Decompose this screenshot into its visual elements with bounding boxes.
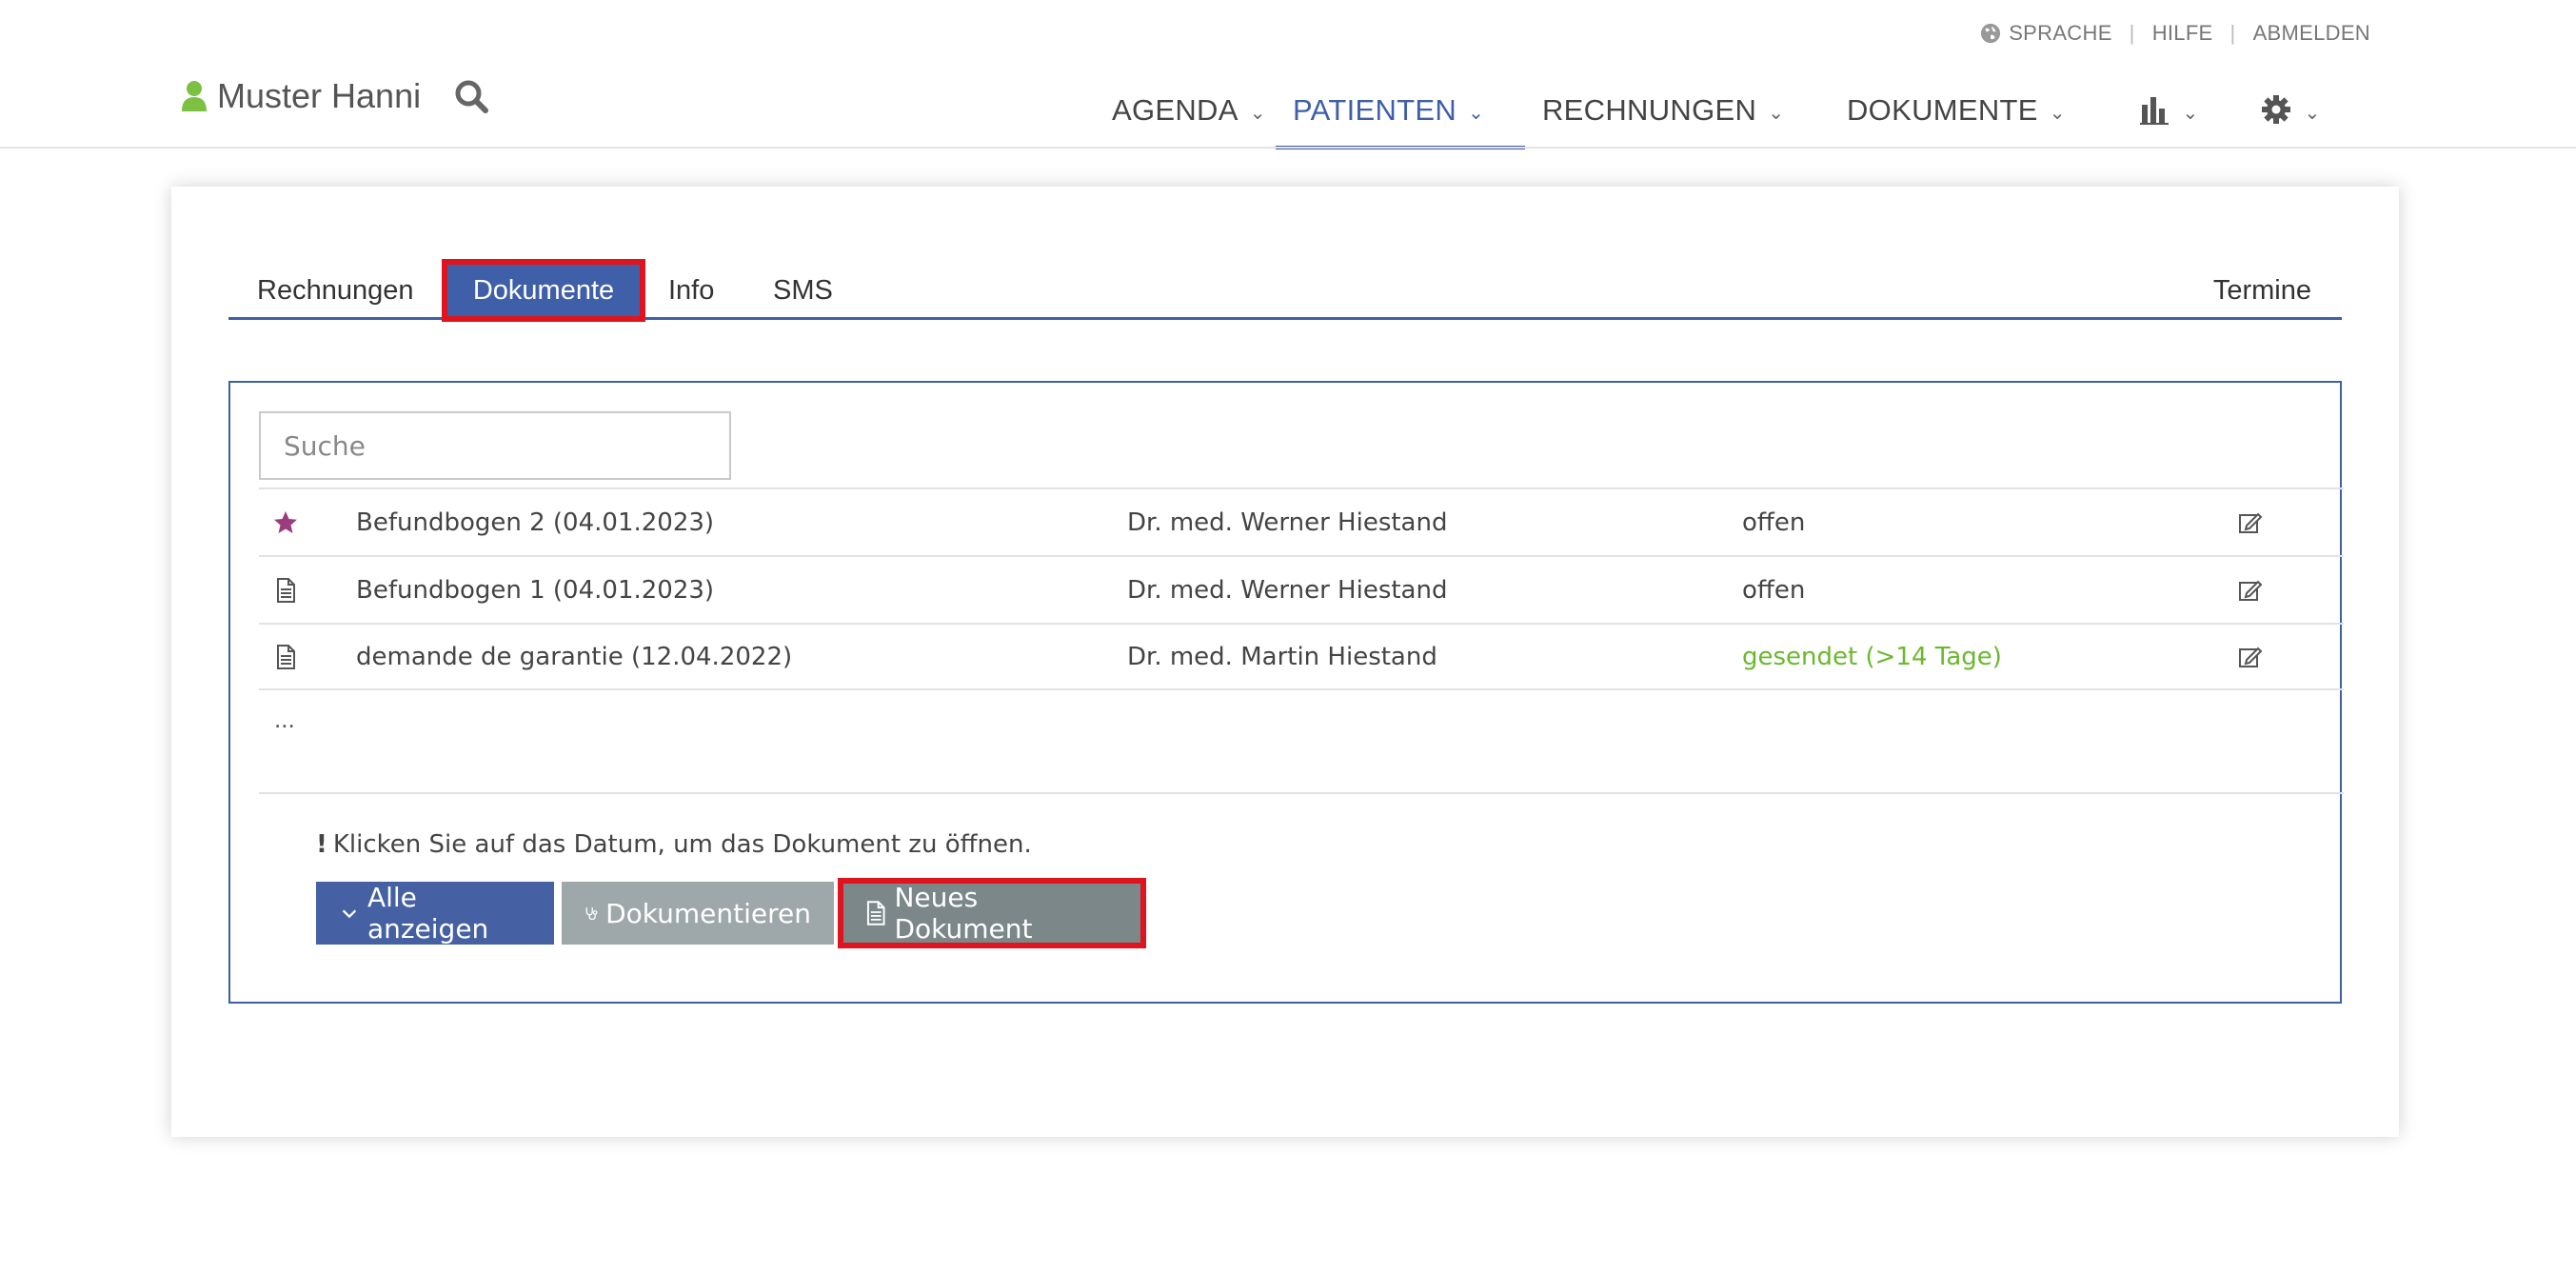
nav-agenda[interactable]: AGENDA ⌄ <box>1095 84 1276 149</box>
bar-chart-icon <box>2140 97 2170 125</box>
tab-invoices[interactable]: Rechnungen <box>257 263 413 318</box>
patient-card: Rechnungen Dokumente Info SMS Termine Be… <box>171 187 2399 1137</box>
document-author: Dr. med. Werner Hiestand <box>1127 575 1448 605</box>
hint-text: ! Klicken Sie auf das Datum, um das Dokum… <box>316 830 1032 859</box>
nav-statistics[interactable]: ⌄ <box>2108 84 2229 149</box>
nav-documents[interactable]: DOKUMENTE ⌄ <box>1830 84 2108 149</box>
nav-settings[interactable]: ⌄ <box>2229 84 2351 149</box>
show-all-label: Alle anzeigen <box>367 882 489 945</box>
tab-sms[interactable]: SMS <box>773 263 833 318</box>
chevron-down-icon: ⌄ <box>1468 103 1485 124</box>
show-all-button[interactable]: Alle anzeigen <box>316 882 554 945</box>
utility-separator: | <box>2129 21 2135 45</box>
nav-patients[interactable]: PATIENTEN ⌄ <box>1276 84 1525 149</box>
edit-icon[interactable] <box>2237 644 2264 670</box>
documents-panel: Befundbogen 2 (04.01.2023) Dr. med. Wern… <box>228 381 2344 1004</box>
more-ellipsis: ... <box>274 705 295 733</box>
nav-patients-label: PATIENTEN <box>1293 93 1457 127</box>
hint-label: Klicken Sie auf das Datum, um das Dokume… <box>332 830 1032 859</box>
table-row: demande de garantie (12.04.2022) Dr. med… <box>259 623 2344 690</box>
tab-info[interactable]: Info <box>668 263 714 318</box>
patient-tabs: Rechnungen Dokumente Info SMS Termine <box>228 259 2342 322</box>
header-divider <box>0 147 2576 149</box>
document-title[interactable]: Befundbogen 2 (04.01.2023) <box>356 508 714 537</box>
logout-link[interactable]: ABMELDEN <box>2253 21 2370 46</box>
utility-separator: | <box>2229 21 2236 45</box>
document-icon <box>277 577 295 603</box>
document-status: offen <box>1742 575 1806 605</box>
documents-table: Befundbogen 2 (04.01.2023) Dr. med. Wern… <box>259 488 2344 690</box>
main-nav: AGENDA ⌄ PATIENTEN ⌄ RECHNUNGEN ⌄ DOKUME… <box>1095 84 2351 149</box>
document-label: Dokumentieren <box>605 897 811 929</box>
nav-agenda-label: AGENDA <box>1112 93 1238 127</box>
document-button[interactable]: Dokumentieren <box>562 882 834 945</box>
current-user[interactable]: Muster Hanni <box>181 76 421 116</box>
edit-icon[interactable] <box>2237 509 2264 536</box>
star-icon <box>274 510 297 533</box>
help-link[interactable]: HILFE <box>2152 21 2213 46</box>
document-icon <box>277 644 295 669</box>
nav-invoices-label: RECHNUNGEN <box>1542 93 1757 127</box>
document-status: gesendet (>14 Tage) <box>1742 642 2002 671</box>
nav-invoices[interactable]: RECHNUNGEN ⌄ <box>1525 84 1830 149</box>
chevron-down-icon: ⌄ <box>2049 103 2066 124</box>
new-document-label: Neues Dokument <box>894 882 1033 945</box>
search-input[interactable] <box>259 411 731 480</box>
user-name: Muster Hanni <box>217 76 422 115</box>
panel-divider <box>259 792 2344 794</box>
chevron-down-icon <box>342 909 357 919</box>
document-icon <box>866 901 885 926</box>
utility-bar: SPRACHE | HILFE | ABMELDEN <box>1980 21 2370 46</box>
document-title[interactable]: Befundbogen 1 (04.01.2023) <box>356 576 714 605</box>
document-author: Dr. med. Martin Hiestand <box>1127 642 1437 671</box>
document-author: Dr. med. Werner Hiestand <box>1127 508 1448 537</box>
chevron-down-icon: ⌄ <box>1768 103 1785 124</box>
document-title[interactable]: demande de garantie (12.04.2022) <box>356 643 792 671</box>
document-status: offen <box>1742 508 1806 537</box>
tab-documents[interactable]: Dokumente <box>442 259 645 322</box>
gear-icon <box>2262 95 2291 124</box>
tab-appointments[interactable]: Termine <box>2213 263 2311 318</box>
edit-icon[interactable] <box>2237 577 2264 604</box>
user-icon <box>182 81 207 111</box>
nav-documents-label: DOKUMENTE <box>1847 93 2038 127</box>
language-label: SPRACHE <box>2009 21 2112 45</box>
stethoscope-icon <box>585 907 598 921</box>
table-row: Befundbogen 1 (04.01.2023) Dr. med. Wern… <box>259 555 2344 623</box>
exclamation-icon: ! <box>316 830 327 859</box>
new-document-button[interactable]: Neues Dokument <box>838 878 1146 948</box>
chevron-down-icon: ⌄ <box>2304 103 2321 124</box>
chevron-down-icon: ⌄ <box>2182 103 2199 124</box>
action-buttons: Alle anzeigen Dokumentieren Neues Dokume… <box>316 878 1146 948</box>
table-row: Befundbogen 2 (04.01.2023) Dr. med. Wern… <box>259 488 2344 555</box>
search-icon[interactable] <box>453 78 489 114</box>
language-link[interactable]: SPRACHE <box>1980 21 2111 46</box>
globe-icon <box>1981 23 2001 44</box>
chevron-down-icon: ⌄ <box>1249 103 1266 124</box>
